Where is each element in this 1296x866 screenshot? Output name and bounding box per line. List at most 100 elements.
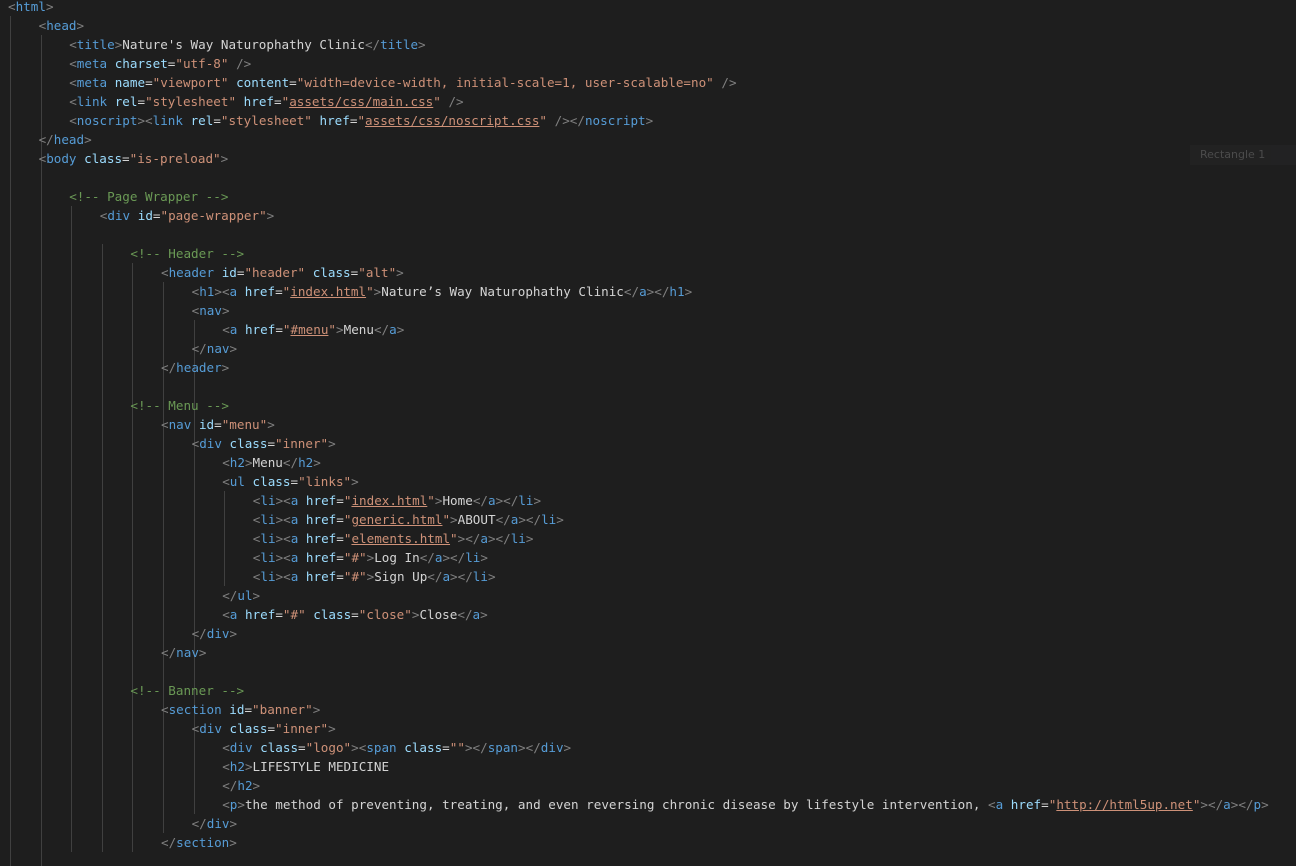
code-token-punc: </ [161, 835, 177, 850]
code-line[interactable]: <li><a href="#">Sign Up</a></li> [253, 567, 496, 586]
code-token-txt: = [290, 474, 299, 489]
code-token-attr: class [229, 436, 268, 451]
code-line[interactable]: <div class="logo"><span class=""></span>… [222, 738, 571, 757]
code-token-str: "menu" [221, 417, 268, 432]
code-line[interactable]: <html> [8, 0, 54, 16]
code-line[interactable]: <div id="page-wrapper"> [100, 206, 274, 225]
code-token-punc: > [396, 322, 405, 337]
code-token-attr: id [229, 702, 245, 717]
code-token-punc: > [1261, 797, 1269, 812]
code-token-attr: href [305, 493, 337, 508]
code-line[interactable]: </header> [161, 358, 229, 377]
code-line[interactable]: <h2>Menu</h2> [222, 453, 321, 472]
code-token-tag: section [168, 702, 222, 717]
code-token-punc: ></ [646, 284, 670, 299]
code-line[interactable]: <nav> [192, 301, 230, 320]
code-token-txt: = [152, 208, 161, 223]
code-line[interactable]: <a href="#" class="close">Close</a> [222, 605, 488, 624]
code-token-punc: > [556, 512, 564, 527]
code-line[interactable]: </div> [192, 624, 238, 643]
code-line[interactable]: </nav> [192, 339, 238, 358]
code-token-punc: ></ [518, 740, 541, 755]
code-line[interactable]: <li><a href="index.html">Home</a></li> [253, 491, 541, 510]
code-token-punc: > [533, 493, 542, 508]
code-token-punc: > [313, 455, 321, 470]
code-token-link: assets/css/noscript.css [365, 113, 540, 128]
code-token-txt: Home [442, 493, 473, 508]
code-line[interactable]: <body class="is-preload"> [39, 149, 229, 168]
code-line[interactable]: <p>the method of preventing, treating, a… [222, 795, 1269, 814]
code-line[interactable]: <header id="header" class="alt"> [161, 263, 404, 282]
code-line[interactable]: <noscript><link rel="stylesheet" href="a… [69, 111, 653, 130]
code-token-punc: > [396, 265, 404, 280]
code-token-punc: > [229, 341, 238, 356]
code-token-txt: the method of preventing, treating, and … [244, 797, 989, 812]
code-token-tag: a [487, 493, 496, 508]
code-line[interactable]: <ul class="links"> [222, 472, 359, 491]
code-token-attr: class [84, 151, 123, 166]
code-line[interactable]: <meta charset="utf-8" /> [69, 54, 251, 73]
code-token-str: "logo" [305, 740, 352, 755]
code-line[interactable]: </section> [161, 833, 237, 852]
code-token-txt: Menu [343, 322, 374, 337]
code-token-punc: > [684, 284, 693, 299]
code-line[interactable]: <a href="#menu">Menu</a> [222, 320, 404, 339]
code-token-punc: ></ [487, 531, 511, 546]
code-token-punc: </ [373, 322, 390, 337]
code-token-attr: content [236, 75, 290, 90]
code-line[interactable]: <title>Nature's Way Naturophathy Clinic<… [69, 35, 425, 54]
code-token-tag: a [480, 531, 488, 546]
code-line[interactable]: <h2>LIFESTYLE MEDICINE [222, 757, 389, 776]
code-token-punc: < [222, 607, 230, 622]
code-token-tag: meta [76, 75, 108, 90]
code-token-punc: > [252, 778, 261, 793]
code-line[interactable]: </head> [39, 130, 92, 149]
code-token-punc: < [222, 322, 230, 337]
code-line[interactable]: <li><a href="elements.html"></a></li> [253, 529, 534, 548]
code-token-link: assets/css/main.css [289, 94, 434, 109]
code-token-punc: </ [191, 341, 207, 356]
code-line[interactable]: <!-- Header --> [130, 244, 244, 263]
code-line[interactable]: <head> [39, 16, 85, 35]
code-line[interactable]: <li><a href="generic.html">ABOUT</a></li… [253, 510, 564, 529]
code-token-tag: h2 [229, 455, 245, 470]
code-token-str: "width=device-width, initial-scale=1, us… [296, 75, 714, 90]
code-line[interactable]: </nav> [161, 643, 207, 662]
code-token-punc: < [161, 702, 169, 717]
code-token-link: elements.html [351, 531, 451, 546]
code-line[interactable]: <div class="inner"> [192, 434, 336, 453]
code-token-punc: </ [457, 607, 473, 622]
code-token-tag: link [76, 94, 108, 109]
code-token-txt: = [267, 436, 276, 451]
code-line[interactable]: <h1><a href="index.html">Nature’s Way Na… [192, 282, 693, 301]
code-token-cmt: <!-- Page Wrapper --> [69, 189, 229, 204]
code-line[interactable]: <meta name="viewport" content="width=dev… [69, 73, 736, 92]
code-line[interactable]: <!-- Banner --> [130, 681, 244, 700]
code-token-tag: li [510, 531, 526, 546]
code-token-punc: >< [214, 284, 230, 299]
code-token-tag: title [380, 37, 419, 52]
code-token-punc: > [229, 835, 237, 850]
code-token-tag: noscript [584, 113, 646, 128]
code-line[interactable]: </div> [192, 814, 238, 833]
code-token-tag: h2 [237, 778, 253, 793]
code-line[interactable]: </ul> [222, 586, 260, 605]
code-line[interactable]: <!-- Page Wrapper --> [69, 187, 228, 206]
code-editor[interactable]: <html> <head> <title>Nature's Way Naturoph… [0, 0, 1296, 866]
code-token-tag: html [15, 0, 46, 14]
code-token-str: "close" [358, 607, 412, 622]
code-token-txt: = [351, 607, 359, 622]
code-line[interactable]: </h2> [222, 776, 260, 795]
code-line[interactable]: <nav id="menu"> [161, 415, 275, 434]
code-token-str: " [328, 322, 337, 337]
rectangle-hint-overlay: Rectangle 1 [1190, 145, 1296, 165]
code-line[interactable]: <link rel="stylesheet" href="assets/css/… [69, 92, 463, 111]
code-line[interactable]: <li><a href="#">Log In</a></li> [253, 548, 488, 567]
code-line[interactable]: <section id="banner"> [161, 700, 320, 719]
code-line[interactable]: <!-- Menu --> [130, 396, 229, 415]
code-line[interactable]: <div class="inner"> [192, 719, 336, 738]
